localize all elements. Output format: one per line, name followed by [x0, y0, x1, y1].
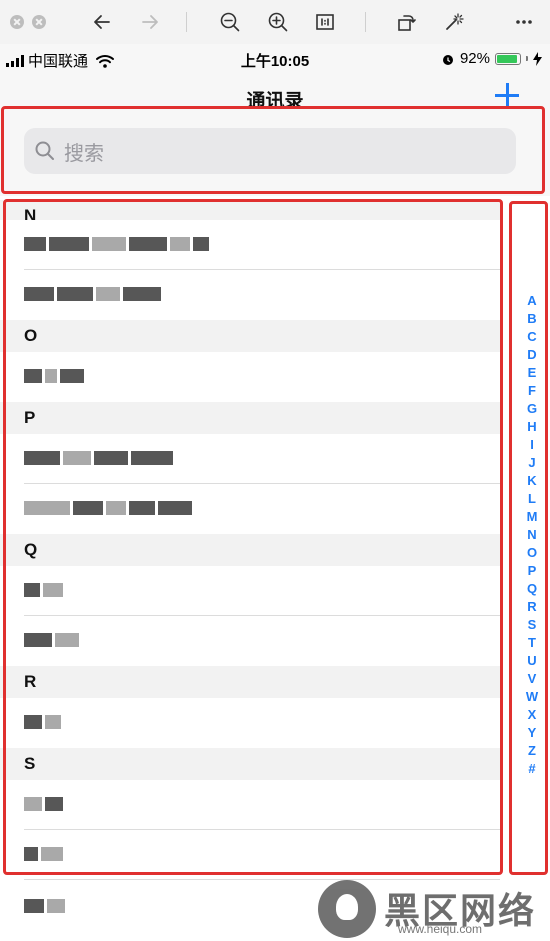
zoom-in-icon[interactable]: [264, 8, 292, 36]
list-item[interactable]: [0, 830, 500, 880]
contact-name-blurred: [24, 896, 65, 916]
mushroom-logo-icon: [318, 880, 376, 938]
alphabet-index[interactable]: A B C D E F G H I J K L M N O P Q R S T U V W X Y Z #: [520, 292, 544, 778]
contact-name-blurred: [24, 366, 84, 386]
magic-wand-icon[interactable]: [440, 8, 468, 36]
index-letter[interactable]: U: [527, 652, 536, 670]
index-letter[interactable]: Y: [528, 724, 537, 742]
contact-name-blurred: [24, 630, 79, 650]
index-letter[interactable]: V: [528, 670, 537, 688]
index-letter[interactable]: X: [528, 706, 537, 724]
index-letter[interactable]: I: [530, 436, 534, 454]
list-item[interactable]: [0, 616, 500, 666]
rotate-icon[interactable]: [392, 8, 420, 36]
index-letter[interactable]: L: [528, 490, 536, 508]
battery-percent: 92%: [459, 50, 490, 67]
battery-icon: [495, 52, 521, 65]
back-icon[interactable]: [88, 8, 116, 36]
contact-name-blurred: [24, 498, 192, 518]
add-contact-button[interactable]: [494, 82, 520, 108]
index-letter[interactable]: F: [528, 382, 536, 400]
navigation-bar: 通讯录: [0, 74, 550, 112]
alarm-icon: [442, 54, 453, 65]
search-placeholder: 搜索: [64, 142, 104, 165]
list-item[interactable]: [0, 566, 500, 616]
contact-name-blurred: [24, 794, 63, 814]
index-letter[interactable]: J: [528, 454, 535, 472]
index-letter[interactable]: O: [527, 544, 537, 562]
contact-name-blurred: [24, 448, 173, 468]
list-item[interactable]: [0, 434, 500, 484]
list-item[interactable]: [0, 270, 500, 320]
status-bar: 中国联通 上午10:05 92%: [0, 44, 550, 74]
contact-name-blurred: [24, 844, 63, 864]
index-letter[interactable]: B: [527, 310, 536, 328]
index-letter[interactable]: C: [527, 328, 536, 346]
list-item[interactable]: [0, 484, 500, 534]
zoom-out-icon[interactable]: [216, 8, 244, 36]
index-letter[interactable]: D: [527, 346, 536, 364]
index-letter[interactable]: N: [527, 526, 536, 544]
forward-icon[interactable]: [136, 8, 164, 36]
index-letter[interactable]: Z: [528, 742, 536, 760]
index-letter[interactable]: P: [528, 562, 537, 580]
index-letter[interactable]: #: [528, 760, 535, 778]
index-letter[interactable]: E: [528, 364, 537, 382]
section-header: P: [0, 402, 500, 434]
index-letter[interactable]: H: [527, 418, 536, 436]
index-letter[interactable]: K: [527, 472, 536, 490]
index-letter[interactable]: S: [528, 616, 537, 634]
charging-icon: [533, 51, 542, 66]
index-letter[interactable]: G: [527, 400, 537, 418]
index-letter[interactable]: A: [527, 292, 536, 310]
section-header: O: [0, 320, 500, 352]
close-window-icon[interactable]: [10, 15, 24, 29]
index-letter[interactable]: W: [526, 688, 538, 706]
section-header: R: [0, 666, 500, 698]
watermark-url: www.heiqu.com: [398, 922, 483, 936]
more-icon[interactable]: [510, 8, 538, 36]
list-item[interactable]: [0, 220, 500, 270]
contact-name-blurred: [24, 712, 61, 732]
index-letter[interactable]: T: [528, 634, 536, 652]
search-area: 搜索: [0, 106, 550, 196]
watermark-logo: 黑区网络 www.heiqu.com: [318, 880, 550, 940]
search-input[interactable]: 搜索: [24, 128, 516, 174]
viewer-toolbar: [0, 0, 550, 45]
index-letter[interactable]: M: [527, 508, 538, 526]
list-item[interactable]: [0, 352, 500, 402]
section-header: S: [0, 748, 500, 780]
list-item[interactable]: [0, 698, 500, 748]
section-header: Q: [0, 534, 500, 566]
index-letter[interactable]: Q: [527, 580, 537, 598]
search-icon: [34, 140, 56, 162]
minimize-window-icon[interactable]: [32, 15, 46, 29]
contact-name-blurred: [24, 580, 63, 600]
contact-list[interactable]: N O P Q R S: [0, 196, 500, 941]
list-item[interactable]: [0, 780, 500, 830]
actual-size-icon[interactable]: [311, 8, 339, 36]
contact-name-blurred: [24, 234, 209, 254]
contact-name-blurred: [24, 284, 161, 304]
index-letter[interactable]: R: [527, 598, 536, 616]
